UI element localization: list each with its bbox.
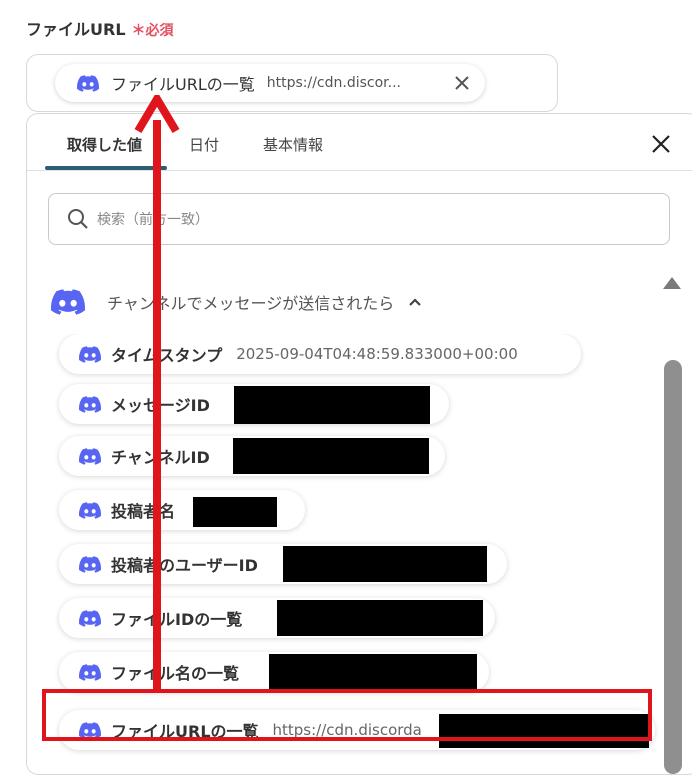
discord-icon (79, 502, 101, 519)
discord-icon (79, 556, 101, 573)
discord-icon (79, 664, 101, 681)
redaction-box (269, 654, 477, 690)
item-label: タイムスタンプ (111, 346, 223, 365)
required-text: 必須 (145, 23, 174, 39)
value-picker-panel: 取得した値 日付 基本情報 検索（前方一致） チャンネルでメッセージが送信された… (26, 113, 692, 775)
close-icon[interactable] (451, 72, 473, 94)
item-label: ファイルIDの一覧 (111, 610, 243, 629)
annotation-arrow-head-icon (134, 95, 180, 134)
active-tab-indicator (45, 166, 167, 170)
field-label-text: ファイルURL (26, 20, 126, 39)
discord-icon (79, 610, 101, 627)
list-item[interactable]: メッセージID (59, 384, 449, 424)
redaction-box (233, 438, 429, 474)
required-asterisk: ＊ (131, 23, 146, 39)
list-item[interactable]: 投稿者のユーザーID (59, 544, 507, 584)
list-item[interactable]: ファイル名の一覧 (59, 652, 489, 692)
chip-value: https://cdn.discor... (266, 75, 401, 91)
redaction-box (193, 497, 277, 527)
tab-date[interactable]: 日付 (189, 134, 219, 155)
file-url-input[interactable]: ファイルURLの一覧 https://cdn.discor... (26, 54, 558, 112)
discord-icon (51, 289, 85, 315)
discord-icon (79, 448, 101, 465)
trigger-section-header[interactable]: チャンネルでメッセージが送信されたら (51, 284, 422, 320)
list-item[interactable]: 投稿者名 (59, 490, 305, 530)
redaction-box (234, 386, 430, 424)
tab-acquired-values[interactable]: 取得した値 (67, 134, 142, 155)
search-icon (68, 209, 88, 229)
annotation-arrow-line (153, 120, 161, 692)
item-label: 投稿者のユーザーID (111, 556, 258, 575)
discord-icon (77, 75, 99, 92)
selected-value-chip[interactable]: ファイルURLの一覧 https://cdn.discor... (55, 64, 485, 102)
chip-label: ファイルURLの一覧 (111, 75, 255, 94)
list-item[interactable]: ファイルIDの一覧 (59, 598, 495, 638)
annotation-highlight-box (42, 689, 652, 741)
item-value: 2025-09-04T04:48:59.833000+00:00 (236, 345, 518, 363)
close-icon[interactable] (647, 130, 675, 158)
field-label: ファイルURL ＊必須 (26, 16, 174, 40)
redaction-box (277, 600, 483, 636)
list-item[interactable]: チャンネルID (59, 436, 445, 476)
discord-icon (79, 396, 101, 413)
discord-icon (79, 346, 101, 363)
required-mark: ＊必須 (132, 23, 174, 39)
tab-bar: 取得した値 日付 基本情報 (27, 114, 692, 171)
redaction-box (283, 546, 487, 582)
section-title: チャンネルでメッセージが送信されたら (107, 294, 395, 313)
search-input[interactable]: 検索（前方一致） (48, 193, 670, 245)
scroll-up-arrow-icon[interactable] (663, 277, 681, 289)
chevron-up-icon[interactable] (408, 297, 422, 307)
list-item[interactable]: タイムスタンプ 2025-09-04T04:48:59.833000+00:00 (59, 334, 581, 374)
tab-basic-info[interactable]: 基本情報 (263, 134, 323, 155)
item-label: 投稿者名 (111, 502, 176, 521)
scrollbar-thumb[interactable] (664, 360, 682, 774)
item-label: ファイル名の一覧 (111, 664, 240, 683)
